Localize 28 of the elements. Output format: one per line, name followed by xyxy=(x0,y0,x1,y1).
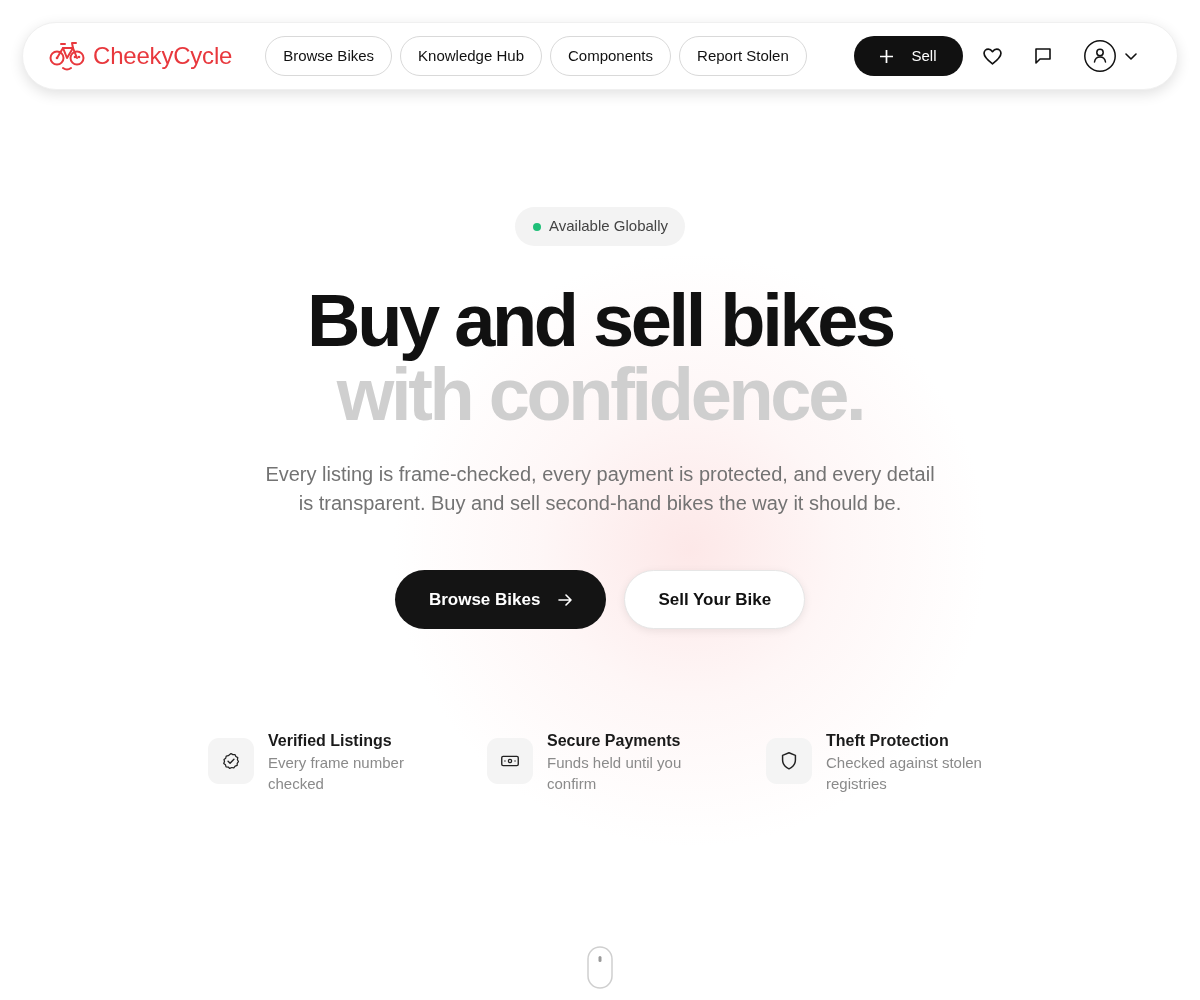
brand-name[interactable]: CheekyCycle xyxy=(93,44,233,68)
feature-title: Verified Listings xyxy=(268,731,393,751)
arrow-right-icon xyxy=(558,593,573,606)
sell-button[interactable]: Sell xyxy=(854,36,963,76)
feature-description: Checked against stolen registries xyxy=(826,753,983,794)
nav-link[interactable]: Report Stolen xyxy=(679,36,807,76)
bicycle-logo-icon[interactable] xyxy=(49,40,85,72)
shield-icon xyxy=(766,738,812,784)
banknote-icon xyxy=(487,738,533,784)
scroll-mouse-icon xyxy=(587,946,613,989)
browse-button[interactable]: Browse Bikes xyxy=(394,570,607,629)
nav-link[interactable]: Knowledge Hub xyxy=(400,36,542,76)
hero-description: Every listing is frame-checked, every payment is protected, and every detail is transparent. Buy and sell second-hand bikes the way it should be. xyxy=(264,462,936,516)
feature-description: Funds held until you confirm xyxy=(547,753,683,794)
feature-description: Every frame number checked xyxy=(268,753,405,794)
plus-icon xyxy=(880,49,894,63)
feature-title: Secure Payments xyxy=(547,731,682,751)
chevron-down-icon[interactable] xyxy=(1125,52,1137,60)
sell-bike-button[interactable]: Sell Your Bike xyxy=(624,570,806,629)
nav-link[interactable]: Components xyxy=(550,36,672,76)
chat-bubble-icon[interactable] xyxy=(1035,48,1051,64)
availability-badge: Available Globally xyxy=(515,207,685,246)
status-dot-icon xyxy=(533,222,541,231)
heart-icon[interactable] xyxy=(983,47,1002,65)
check-badge-icon xyxy=(208,738,254,784)
user-avatar-icon[interactable] xyxy=(1084,40,1116,72)
feature-title: Theft Protection xyxy=(826,731,950,751)
nav-link[interactable]: Browse Bikes xyxy=(265,36,393,76)
